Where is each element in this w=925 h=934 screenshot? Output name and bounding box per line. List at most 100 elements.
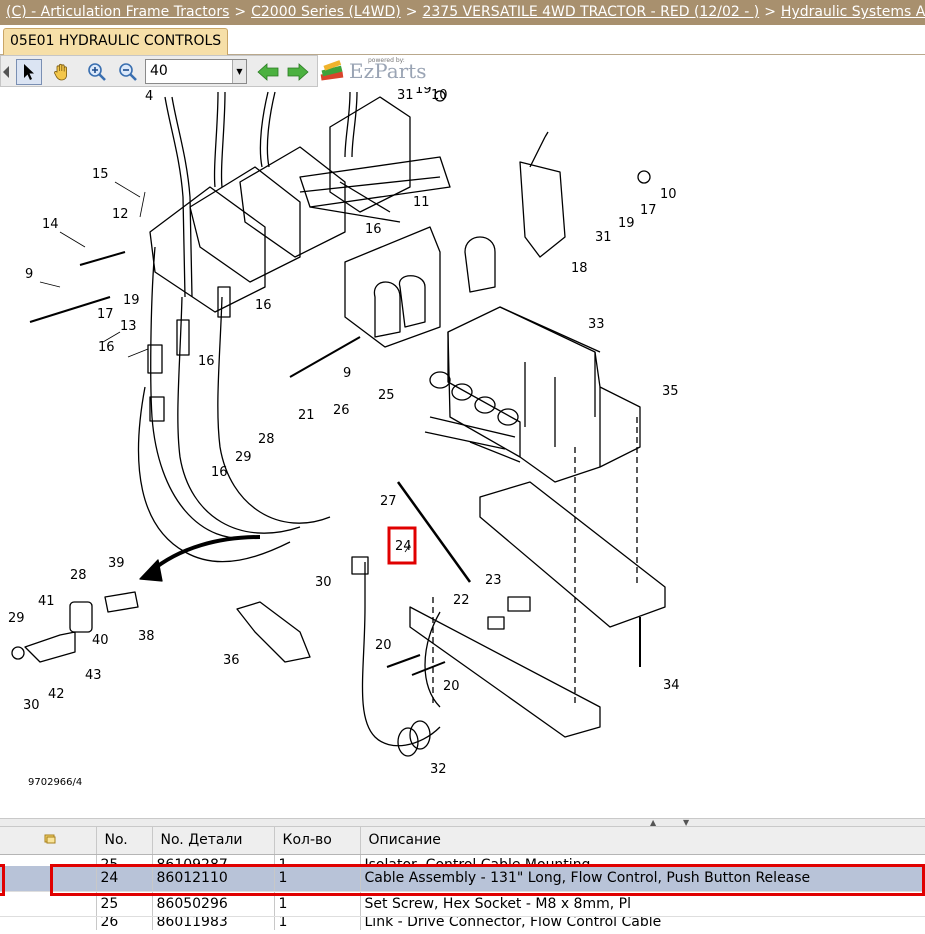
breadcrumb-separator: > <box>405 4 418 20</box>
svg-text:16: 16 <box>365 222 382 237</box>
svg-text:30: 30 <box>23 698 40 713</box>
svg-text:29: 29 <box>8 611 25 626</box>
zoom-out-icon[interactable] <box>115 59 141 85</box>
callout-24[interactable]: 24 <box>395 539 412 554</box>
books-icon <box>320 60 344 81</box>
svg-text:17: 17 <box>640 203 657 218</box>
table-row[interactable]: 25 86109287 1 Isolator, Control Cable Mo… <box>0 854 925 866</box>
column-header-qty[interactable]: Кол-во <box>274 827 361 855</box>
svg-text:20: 20 <box>443 679 460 694</box>
row-qty: 1 <box>274 866 361 892</box>
svg-text:31: 31 <box>397 88 414 103</box>
breadcrumb-link-category[interactable]: (C) - Articulation Frame Tractors <box>6 4 229 20</box>
zoom-level-value: 40 <box>150 63 168 79</box>
chevron-down-icon[interactable]: ▼ <box>683 818 689 827</box>
svg-text:16: 16 <box>198 354 215 369</box>
row-description: Isolator, Control Cable Mounting <box>360 854 925 866</box>
svg-text:20: 20 <box>375 638 392 653</box>
svg-text:21: 21 <box>298 408 315 423</box>
row-part-no: 86011983 <box>152 916 275 930</box>
row-description: Set Screw, Hex Socket - M8 x 8mm, Pl <box>360 891 925 917</box>
row-no: 26 <box>96 916 153 930</box>
row-qty: 1 <box>274 891 361 917</box>
tab-bar: 05E01 HYDRAULIC CONTROLS <box>0 25 925 55</box>
breadcrumb-link-series[interactable]: C2000 Series (L4WD) <box>251 4 401 20</box>
ezparts-logo: powered by: EzParts <box>318 55 426 87</box>
row-no: 25 <box>96 854 153 866</box>
svg-text:43: 43 <box>85 668 102 683</box>
pan-hand-icon[interactable] <box>49 59 75 85</box>
svg-text:40: 40 <box>92 633 109 648</box>
svg-text:16: 16 <box>211 465 228 480</box>
breadcrumb-separator: > <box>764 4 776 20</box>
table-row-selected[interactable]: 24 86012110 1 Cable Assembly - 131" Long… <box>0 866 925 892</box>
svg-text:22: 22 <box>453 593 470 608</box>
breadcrumb: (C) - Articulation Frame Tractors > C2000 … <box>0 0 925 25</box>
svg-text:41: 41 <box>38 594 55 609</box>
breadcrumb-link-model[interactable]: 2375 VERSATILE 4WD TRACTOR - RED (12/02 … <box>422 4 759 20</box>
table-row[interactable]: 25 86050296 1 Set Screw, Hex Socket - M8… <box>0 891 925 917</box>
svg-text:17: 17 <box>97 307 114 322</box>
svg-text:28: 28 <box>258 432 275 447</box>
svg-text:4: 4 <box>145 89 153 104</box>
column-header-description[interactable]: Описание <box>360 827 925 855</box>
parts-table: No. No. Детали Кол-во Описание 25 861092… <box>0 827 925 934</box>
row-description: Link - Drive Connector, Flow Control Cab… <box>360 916 925 930</box>
svg-text:26: 26 <box>333 403 350 418</box>
svg-text:39: 39 <box>108 556 125 571</box>
svg-text:38: 38 <box>138 629 155 644</box>
svg-text:13: 13 <box>120 319 137 334</box>
row-no: 24 <box>96 866 153 892</box>
svg-text:31: 31 <box>595 230 612 245</box>
chevron-up-icon[interactable]: ▲ <box>650 818 656 827</box>
svg-text:28: 28 <box>70 568 87 583</box>
back-arrow-icon[interactable] <box>255 59 281 85</box>
svg-text:27: 27 <box>380 494 397 509</box>
svg-text:18: 18 <box>571 261 588 276</box>
table-row[interactable]: 26 86011983 1 Link - Drive Connector, Fl… <box>0 916 925 930</box>
table-header: No. No. Детали Кол-во Описание <box>0 827 925 855</box>
svg-text:16: 16 <box>255 298 272 313</box>
viewer-toolbar: 40 ▼ <box>0 55 318 87</box>
svg-text:9: 9 <box>25 267 33 282</box>
svg-text:36: 36 <box>223 653 240 668</box>
svg-text:11: 11 <box>413 195 430 210</box>
select-arrow-icon[interactable] <box>16 59 42 85</box>
drawing-number: 9702966/4 <box>28 777 83 788</box>
panel-splitter[interactable]: ▲ ▼ <box>0 818 925 827</box>
svg-text:15: 15 <box>92 167 109 182</box>
note-icon[interactable] <box>0 827 97 855</box>
svg-text:14: 14 <box>42 217 59 232</box>
svg-text:12: 12 <box>112 207 129 222</box>
breadcrumb-link-system[interactable]: Hydraulic Systems A <box>781 4 925 20</box>
row-qty: 1 <box>274 854 361 866</box>
zoom-in-icon[interactable] <box>84 59 110 85</box>
column-header-no[interactable]: No. <box>96 827 153 855</box>
svg-text:9: 9 <box>343 366 351 381</box>
svg-text:19: 19 <box>123 293 140 308</box>
row-part-no: 86012110 <box>152 866 275 892</box>
row-description: Cable Assembly - 131" Long, Flow Control… <box>360 866 925 892</box>
svg-text:25: 25 <box>378 388 395 403</box>
svg-text:16: 16 <box>98 340 115 355</box>
zoom-level-select[interactable]: 40 ▼ <box>145 59 247 84</box>
svg-text:29: 29 <box>235 450 252 465</box>
row-part-no: 86109287 <box>152 854 275 866</box>
forward-arrow-icon[interactable] <box>285 59 311 85</box>
exploded-parts-diagram[interactable]: 4 10 19 31 10 17 19 31 18 11 16 15 12 14… <box>0 87 925 817</box>
row-part-no: 86050296 <box>152 891 275 917</box>
row-qty: 1 <box>274 916 361 930</box>
powered-by-label: powered by: <box>368 57 405 64</box>
svg-text:35: 35 <box>662 384 679 399</box>
breadcrumb-separator: > <box>234 4 247 20</box>
svg-text:23: 23 <box>485 573 502 588</box>
svg-text:10: 10 <box>660 187 677 202</box>
svg-text:19: 19 <box>618 216 635 231</box>
svg-text:32: 32 <box>430 762 447 777</box>
chevron-down-icon[interactable]: ▼ <box>232 60 246 83</box>
scroll-left-icon[interactable] <box>0 59 13 85</box>
column-header-part-no[interactable]: No. Детали <box>152 827 275 855</box>
svg-text:42: 42 <box>48 687 65 702</box>
tab-hydraulic-controls[interactable]: 05E01 HYDRAULIC CONTROLS <box>3 28 229 55</box>
row-no: 25 <box>96 891 153 917</box>
